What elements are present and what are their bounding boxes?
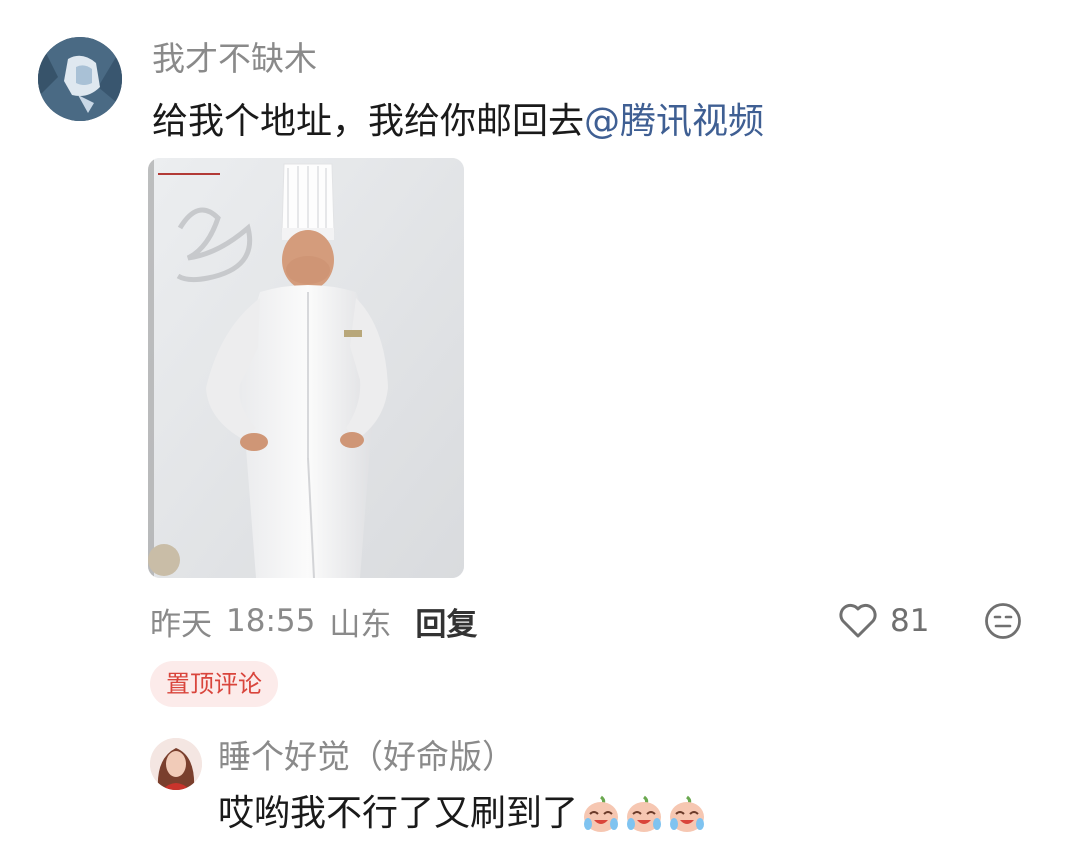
crying-laughing-sticker-icon	[627, 795, 662, 832]
comment-username[interactable]: 我才不缺木	[152, 36, 317, 82]
user-avatar[interactable]	[38, 37, 122, 121]
comment-body: 给我个地址，我给你邮回去	[152, 101, 585, 142]
reply-user-avatar[interactable]	[150, 738, 202, 790]
comment-time: 18:55	[226, 603, 316, 639]
chef-photo-icon	[148, 158, 464, 578]
reply-username[interactable]: 睡个好觉（好命版）	[218, 734, 515, 780]
avatar-image-icon	[38, 37, 122, 121]
comment-text: 给我个地址，我给你邮回去@腾讯视频	[152, 97, 764, 147]
react-button[interactable]	[984, 602, 1022, 640]
comment-date: 昨天	[150, 606, 212, 643]
heart-outline-icon	[839, 603, 877, 638]
crying-laughing-sticker-icon	[584, 795, 619, 832]
pinned-comment-badge: 置顶评论	[150, 661, 278, 707]
comment-thread: 我才不缺木 给我个地址，我给你邮回去@腾讯视频 昨天 18:55 山东 回复 8…	[0, 0, 1080, 846]
like-button[interactable]: 81	[838, 598, 929, 644]
avatar-image-icon	[150, 738, 202, 790]
like-count: 81	[890, 603, 930, 639]
mention-link[interactable]: @腾讯视频	[584, 101, 764, 142]
crying-laughing-sticker-icon	[670, 795, 705, 832]
comment-image[interactable]	[148, 158, 464, 578]
reply-body: 哎哟我不行了又刷到了	[218, 793, 579, 834]
comment-location: 山东	[329, 606, 392, 643]
neutral-face-icon	[985, 603, 1021, 639]
comment-meta: 昨天 18:55 山东 回复	[150, 598, 477, 644]
reply-button[interactable]: 回复	[415, 599, 477, 644]
reply-text: 哎哟我不行了又刷到了	[218, 790, 707, 838]
